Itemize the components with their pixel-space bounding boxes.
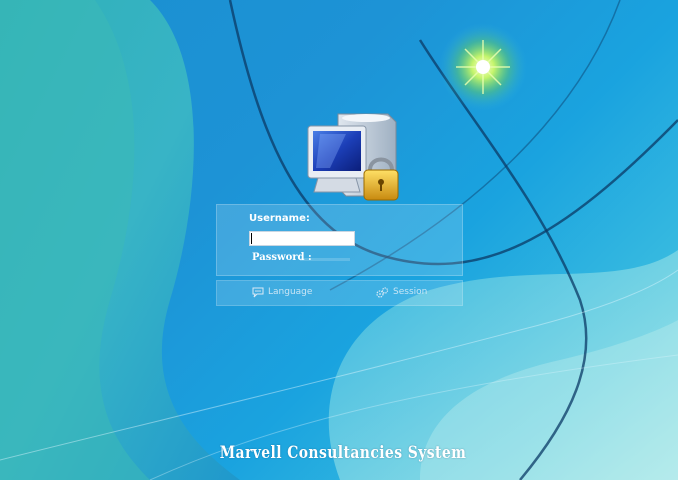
language-label: Language — [268, 287, 313, 297]
computer-lock-icon — [307, 113, 399, 201]
gears-icon — [376, 286, 389, 298]
login-screen: Username: Password : Language Session Ma… — [0, 0, 678, 480]
system-title: Marvell Consultancies System — [219, 443, 467, 463]
text-cursor — [251, 233, 252, 244]
password-field[interactable] — [300, 258, 350, 261]
session-label: Session — [393, 287, 428, 297]
username-input[interactable] — [249, 231, 355, 246]
speech-bubble-icon — [252, 287, 264, 297]
language-button[interactable]: Language — [252, 285, 312, 299]
username-label: Username: — [249, 213, 310, 224]
session-button[interactable]: Session — [376, 285, 427, 299]
